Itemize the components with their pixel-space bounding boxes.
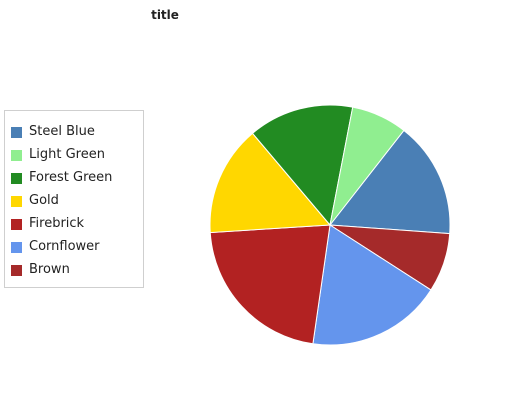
legend-item: Forest Green [11,171,141,185]
legend-item: Firebrick [11,217,141,231]
legend-label: Gold [29,193,59,208]
legend-label: Brown [29,262,70,277]
legend-item: Brown [11,263,141,277]
legend-label: Forest Green [29,170,113,185]
legend-swatch [11,219,22,230]
legend-swatch [11,265,22,276]
legend-item: Gold [11,194,141,208]
legend-item: Light Green [11,148,141,162]
legend-label: Cornflower [29,239,100,254]
pie-slice-firebrick [209,224,331,345]
legend-swatch [11,196,22,207]
legend-item: Steel Blue [11,125,141,139]
legend-label: Light Green [29,147,105,162]
legend-label: Firebrick [29,216,85,231]
legend-swatch [11,127,22,138]
legend-swatch [11,173,22,184]
legend-label: Steel Blue [29,124,95,139]
legend-swatch [11,242,22,253]
legend-swatch [11,150,22,161]
legend-item: Cornflower [11,240,141,254]
legend: Steel Blue Light Green Forest Green Gold Fir… [4,110,144,288]
